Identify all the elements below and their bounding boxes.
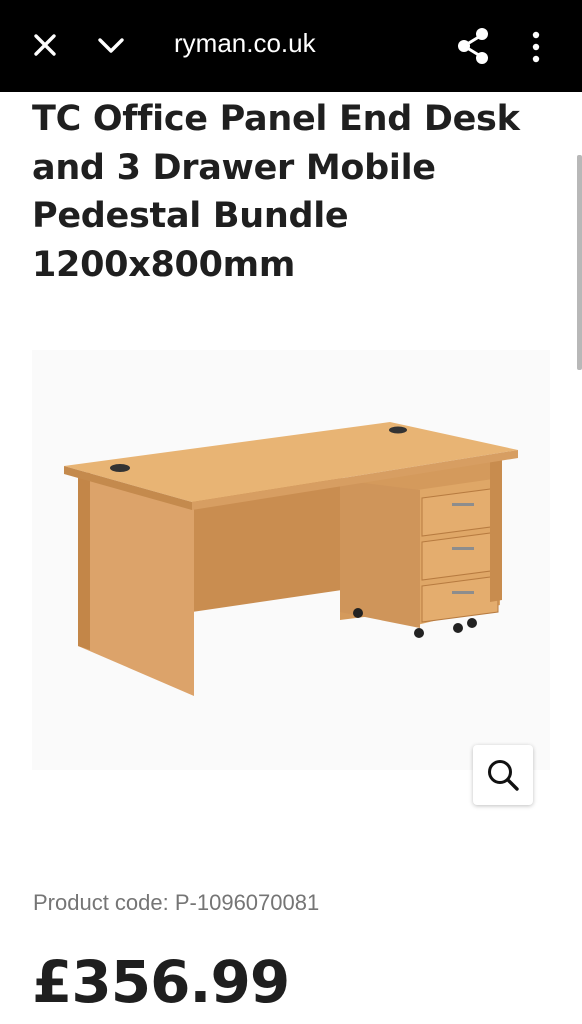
product-image[interactable] xyxy=(32,350,550,770)
url-text[interactable]: ryman.co.uk xyxy=(174,28,316,59)
chevron-down-icon[interactable] xyxy=(95,32,127,58)
close-icon[interactable] xyxy=(30,30,60,60)
browser-top-bar: ryman.co.uk xyxy=(0,0,582,92)
zoom-button[interactable] xyxy=(473,745,533,805)
product-title: TC Office Panel End Desk and 3 Drawer Mo… xyxy=(32,99,520,285)
desk-illustration xyxy=(32,350,550,770)
share-icon[interactable] xyxy=(455,26,491,66)
product-price: £356.99 xyxy=(32,948,290,1016)
search-icon xyxy=(488,760,519,791)
more-vertical-icon[interactable] xyxy=(526,30,546,64)
product-code: Product code: P-1096070081 xyxy=(33,890,320,915)
scrollbar[interactable] xyxy=(577,155,582,370)
